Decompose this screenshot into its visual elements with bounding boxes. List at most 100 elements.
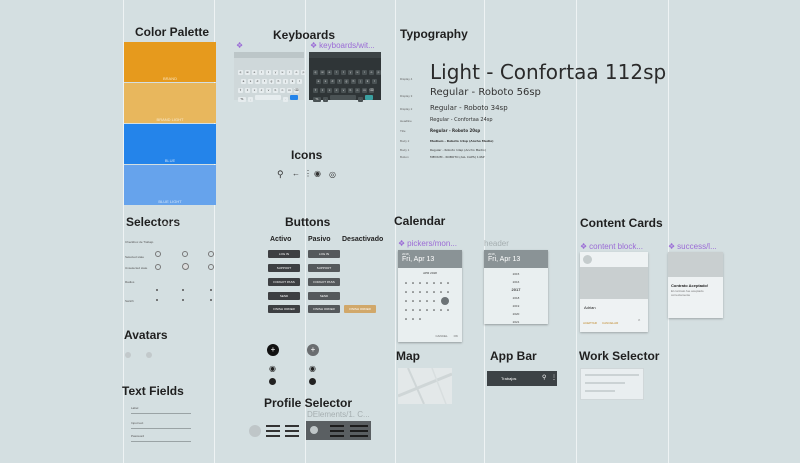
- send-button-active[interactable]: SEND: [268, 292, 300, 300]
- search-icon[interactable]: ⚲: [277, 169, 284, 180]
- calendar-cancel-button[interactable]: CANCEL: [435, 334, 447, 338]
- year-option[interactable]: 2019: [484, 302, 548, 310]
- keyboard-dark[interactable]: qwertyuiop asdfghjkl ⇧ z x c v b n m ⌫ ?1,.: [309, 52, 381, 102]
- app-bar-title: Trabajos: [501, 376, 517, 381]
- app-bar[interactable]: Trabajos ⚲ ⋮: [487, 371, 557, 386]
- switch[interactable]: [210, 299, 212, 301]
- login-button-passive[interactable]: LOG IN: [308, 250, 340, 258]
- radio-button[interactable]: [155, 264, 161, 270]
- selector-row-label: Unselected state: [125, 266, 148, 270]
- menu-icon[interactable]: [285, 425, 299, 437]
- avatar[interactable]: [125, 352, 131, 358]
- facebook-icon[interactable]: [269, 378, 276, 385]
- search-icon[interactable]: ⚲: [542, 374, 546, 381]
- password-field[interactable]: [131, 441, 191, 442]
- year-picker[interactable]: 2018 Fri, Apr 13 2015 2016 2017 2018 201…: [484, 250, 548, 324]
- profile-avatar[interactable]: [249, 425, 261, 437]
- support-button-passive[interactable]: SUPPORT: [308, 264, 340, 272]
- fab-add-button[interactable]: +: [267, 344, 279, 356]
- forgot-pass-button-active[interactable]: FORGOT PASS: [268, 278, 300, 286]
- radio-button[interactable]: [208, 251, 214, 257]
- year-option[interactable]: 2015: [484, 270, 548, 278]
- facebook-icon[interactable]: [309, 378, 316, 385]
- column-divider: [395, 0, 396, 463]
- swatch-hex: #66A3EC: [161, 221, 179, 226]
- column-divider: [668, 0, 669, 463]
- radio-button[interactable]: [182, 251, 188, 257]
- year-option[interactable]: 2021: [484, 318, 548, 326]
- work-selector-line: [585, 374, 639, 376]
- typo-sample-button: MEDIUM - ROBOTO (ALL CAPS) 14SP: [430, 155, 485, 159]
- work-selector[interactable]: [580, 368, 644, 400]
- text-field[interactable]: [131, 428, 191, 429]
- date-picker-calendar[interactable]: 2018 Fri, Apr 13 APR 2018 CANCEL OK: [398, 250, 462, 342]
- menu-icon[interactable]: [330, 425, 344, 437]
- arrow-back-icon[interactable]: ←: [292, 169, 300, 178]
- component-label-success[interactable]: ❖ success/l...: [668, 242, 717, 251]
- component-label-keyboards-with[interactable]: ❖ keyboards/wit...: [310, 41, 375, 50]
- swatch-blue[interactable]: BLUE#2484EA: [124, 124, 216, 185]
- send-button-passive[interactable]: SEND: [308, 292, 340, 300]
- forgot-pass-button-passive[interactable]: FORGOT PASS: [308, 278, 340, 286]
- switch[interactable]: [156, 299, 158, 301]
- component-name: pickers/mon...: [407, 239, 457, 248]
- swatch-brand[interactable]: BRAND#E69A1D: [124, 42, 216, 103]
- menu-icon[interactable]: [266, 425, 280, 437]
- map-view[interactable]: [398, 368, 452, 404]
- selector-row-label: Switch: [125, 299, 134, 303]
- visibility-icon[interactable]: ◎: [329, 170, 336, 179]
- more-vertical-icon[interactable]: ⋮: [304, 169, 312, 178]
- year-option[interactable]: 2020: [484, 310, 548, 318]
- more-vertical-icon[interactable]: ⋮: [551, 374, 557, 381]
- year-option[interactable]: 2018: [484, 294, 548, 302]
- component-diamond-icon: ❖: [668, 242, 676, 251]
- swatch-brand-light[interactable]: BRAND LIGHT#E8B75D: [124, 83, 216, 144]
- typo-sample-regular-24: Regular - Confortaa 24sp: [430, 117, 493, 123]
- swatch-label: BRAND: [162, 76, 177, 81]
- visibility-icon[interactable]: ◉: [269, 364, 276, 373]
- year-option[interactable]: 2017: [484, 286, 548, 294]
- component-diamond-icon: ❖: [310, 41, 318, 50]
- visibility-icon[interactable]: ◉: [309, 364, 316, 373]
- selector-row-label: Selected state: [125, 255, 145, 259]
- login-button-active[interactable]: LOG IN: [268, 250, 300, 258]
- typo-label: Button: [400, 155, 409, 159]
- radio-button[interactable]: [208, 264, 214, 270]
- year-list[interactable]: 2015 2016 2017 2018 2019 2020 2021: [484, 270, 548, 326]
- component-label-pickers[interactable]: ❖ pickers/mon...: [398, 239, 457, 248]
- radio-button[interactable]: [182, 263, 189, 270]
- typo-sample-body1: Regular - Roboto 14sp (Ancho Medio): [430, 148, 486, 152]
- radio-button[interactable]: [155, 251, 161, 257]
- component-label-content-block[interactable]: ❖ content block...: [580, 242, 643, 251]
- checkbox[interactable]: [210, 289, 212, 291]
- checkbox[interactable]: [182, 289, 184, 291]
- calendar-ok-button[interactable]: OK: [454, 334, 458, 338]
- checkbox[interactable]: [156, 289, 158, 291]
- content-card[interactable]: Adrian ACEPTAR CANCELAR ⌃: [580, 252, 648, 332]
- swatch-blue-light[interactable]: BLUE LIGHT #66A3EC: [124, 165, 216, 226]
- support-button-active[interactable]: SUPPORT: [268, 264, 300, 272]
- profile-avatar[interactable]: [310, 426, 318, 434]
- year-option[interactable]: 2016: [484, 278, 548, 286]
- date-picker-grid[interactable]: [398, 275, 462, 325]
- date-picker-date: Fri, Apr 13: [402, 256, 435, 263]
- menu-icon[interactable]: [350, 425, 368, 437]
- switch[interactable]: [182, 299, 184, 301]
- finish-order-button-active[interactable]: FINISH ORDER: [268, 305, 300, 313]
- expand-icon[interactable]: ⌃: [637, 319, 641, 325]
- visibility-off-icon[interactable]: ◉: [314, 169, 321, 178]
- fab-add-button-passive[interactable]: +: [307, 344, 319, 356]
- profile-selector-bar[interactable]: [306, 421, 371, 440]
- card-accept-button[interactable]: ACEPTAR: [583, 321, 597, 325]
- section-title-calendar: Calendar: [394, 214, 446, 228]
- text-field[interactable]: [131, 413, 191, 414]
- card-cancel-button[interactable]: CANCELAR: [602, 321, 618, 325]
- component-label-header[interactable]: header: [484, 239, 509, 248]
- year-picker-header: 2018 Fri, Apr 13: [484, 250, 548, 268]
- avatar[interactable]: [146, 352, 152, 358]
- keyboard-light[interactable]: qwertyuiop asdfghjkl ⇧ z x c v b n m ⌫ ?1,.: [234, 52, 306, 102]
- text-field-label: Password: [131, 434, 145, 438]
- finish-order-button-passive[interactable]: FINISH ORDER: [308, 305, 340, 313]
- component-label-elements[interactable]: DElements/1. C...: [307, 410, 370, 419]
- success-card[interactable]: Contrato Aceptado! El contrato fue acept…: [668, 252, 723, 318]
